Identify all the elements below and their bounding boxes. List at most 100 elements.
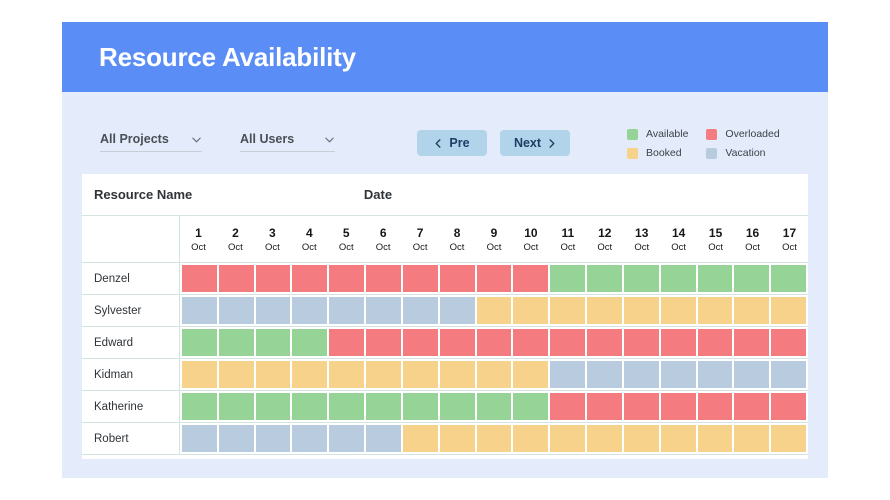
availability-cell-booked[interactable]: [734, 423, 772, 454]
availability-cell-overloaded[interactable]: [218, 263, 256, 294]
availability-cell-available[interactable]: [255, 391, 293, 422]
availability-cell-available[interactable]: [513, 391, 551, 422]
availability-cell-available[interactable]: [255, 327, 293, 358]
availability-cell-booked[interactable]: [623, 423, 661, 454]
availability-cell-vacation[interactable]: [292, 423, 330, 454]
availability-cell-available[interactable]: [366, 391, 403, 422]
availability-cell-booked[interactable]: [402, 423, 440, 454]
availability-cell-vacation[interactable]: [218, 295, 256, 326]
availability-cell-overloaded[interactable]: [439, 263, 477, 294]
availability-cell-booked[interactable]: [476, 423, 514, 454]
availability-cell-overloaded[interactable]: [660, 327, 698, 358]
availability-cell-overloaded[interactable]: [366, 327, 403, 358]
availability-cell-booked[interactable]: [771, 295, 809, 326]
availability-cell-overloaded[interactable]: [180, 263, 219, 294]
availability-cell-booked[interactable]: [587, 295, 624, 326]
date-column-header[interactable]: 7 Oct: [402, 216, 439, 262]
availability-cell-booked[interactable]: [697, 423, 735, 454]
availability-cell-booked[interactable]: [550, 423, 588, 454]
date-column-header[interactable]: 4 Oct: [291, 216, 328, 262]
availability-cell-vacation[interactable]: [255, 295, 293, 326]
availability-cell-overloaded[interactable]: [329, 327, 367, 358]
availability-cell-overloaded[interactable]: [366, 263, 403, 294]
availability-cell-vacation[interactable]: [329, 295, 367, 326]
availability-cell-available[interactable]: [476, 391, 514, 422]
availability-cell-overloaded[interactable]: [697, 327, 735, 358]
availability-cell-booked[interactable]: [476, 359, 514, 390]
availability-cell-overloaded[interactable]: [587, 327, 624, 358]
availability-cell-booked[interactable]: [439, 423, 477, 454]
availability-cell-overloaded[interactable]: [476, 327, 514, 358]
availability-cell-overloaded[interactable]: [439, 327, 477, 358]
availability-cell-overloaded[interactable]: [734, 327, 772, 358]
availability-cell-vacation[interactable]: [255, 423, 293, 454]
availability-cell-booked[interactable]: [734, 295, 772, 326]
date-column-header[interactable]: 12 Oct: [586, 216, 623, 262]
availability-cell-booked[interactable]: [513, 295, 551, 326]
availability-cell-booked[interactable]: [402, 359, 440, 390]
date-column-header[interactable]: 11 Oct: [549, 216, 586, 262]
previous-page-button[interactable]: Pre: [417, 130, 487, 156]
availability-cell-booked[interactable]: [513, 359, 551, 390]
resource-name-cell[interactable]: Denzel: [82, 263, 180, 294]
availability-cell-booked[interactable]: [697, 295, 735, 326]
date-column-header[interactable]: 17 Oct: [771, 216, 808, 262]
availability-cell-overloaded[interactable]: [513, 263, 551, 294]
availability-cell-available[interactable]: [771, 263, 809, 294]
availability-cell-vacation[interactable]: [587, 359, 624, 390]
availability-cell-available[interactable]: [697, 263, 735, 294]
availability-cell-overloaded[interactable]: [771, 327, 809, 358]
availability-cell-overloaded[interactable]: [476, 263, 514, 294]
availability-cell-booked[interactable]: [180, 359, 219, 390]
next-page-button[interactable]: Next: [500, 130, 570, 156]
availability-cell-overloaded[interactable]: [513, 327, 551, 358]
availability-cell-booked[interactable]: [771, 423, 809, 454]
availability-cell-booked[interactable]: [623, 295, 661, 326]
resource-name-cell[interactable]: Edward: [82, 327, 180, 358]
availability-cell-booked[interactable]: [587, 423, 624, 454]
availability-cell-available[interactable]: [180, 327, 219, 358]
availability-cell-overloaded[interactable]: [734, 391, 772, 422]
availability-cell-overloaded[interactable]: [292, 263, 330, 294]
availability-cell-vacation[interactable]: [180, 423, 219, 454]
availability-cell-overloaded[interactable]: [550, 391, 588, 422]
date-column-header[interactable]: 2 Oct: [217, 216, 254, 262]
availability-cell-booked[interactable]: [218, 359, 256, 390]
availability-cell-vacation[interactable]: [734, 359, 772, 390]
availability-cell-overloaded[interactable]: [550, 327, 588, 358]
availability-cell-overloaded[interactable]: [329, 263, 367, 294]
availability-cell-vacation[interactable]: [366, 423, 403, 454]
availability-cell-overloaded[interactable]: [697, 391, 735, 422]
availability-cell-available[interactable]: [218, 391, 256, 422]
resource-name-cell[interactable]: Katherine: [82, 391, 180, 422]
availability-cell-available[interactable]: [587, 263, 624, 294]
availability-cell-available[interactable]: [734, 263, 772, 294]
date-column-header[interactable]: 3 Oct: [254, 216, 291, 262]
availability-cell-available[interactable]: [660, 263, 698, 294]
availability-cell-overloaded[interactable]: [771, 391, 809, 422]
availability-cell-booked[interactable]: [660, 423, 698, 454]
availability-cell-available[interactable]: [550, 263, 588, 294]
availability-cell-booked[interactable]: [292, 359, 330, 390]
availability-cell-booked[interactable]: [660, 295, 698, 326]
availability-cell-vacation[interactable]: [623, 359, 661, 390]
date-column-header[interactable]: 8 Oct: [439, 216, 476, 262]
date-column-header[interactable]: 15 Oct: [697, 216, 734, 262]
availability-cell-available[interactable]: [292, 391, 330, 422]
availability-cell-overloaded[interactable]: [402, 327, 440, 358]
availability-cell-vacation[interactable]: [366, 295, 403, 326]
availability-cell-available[interactable]: [180, 391, 219, 422]
resource-name-cell[interactable]: Robert: [82, 423, 180, 454]
availability-cell-overloaded[interactable]: [402, 263, 440, 294]
resource-name-cell[interactable]: Kidman: [82, 359, 180, 390]
availability-cell-vacation[interactable]: [771, 359, 809, 390]
availability-cell-available[interactable]: [402, 391, 440, 422]
availability-cell-available[interactable]: [623, 263, 661, 294]
resource-name-cell[interactable]: Sylvester: [82, 295, 180, 326]
date-column-header[interactable]: 6 Oct: [365, 216, 402, 262]
availability-cell-vacation[interactable]: [180, 295, 219, 326]
availability-cell-booked[interactable]: [439, 359, 477, 390]
availability-cell-vacation[interactable]: [329, 423, 367, 454]
availability-cell-vacation[interactable]: [697, 359, 735, 390]
availability-cell-booked[interactable]: [550, 295, 588, 326]
